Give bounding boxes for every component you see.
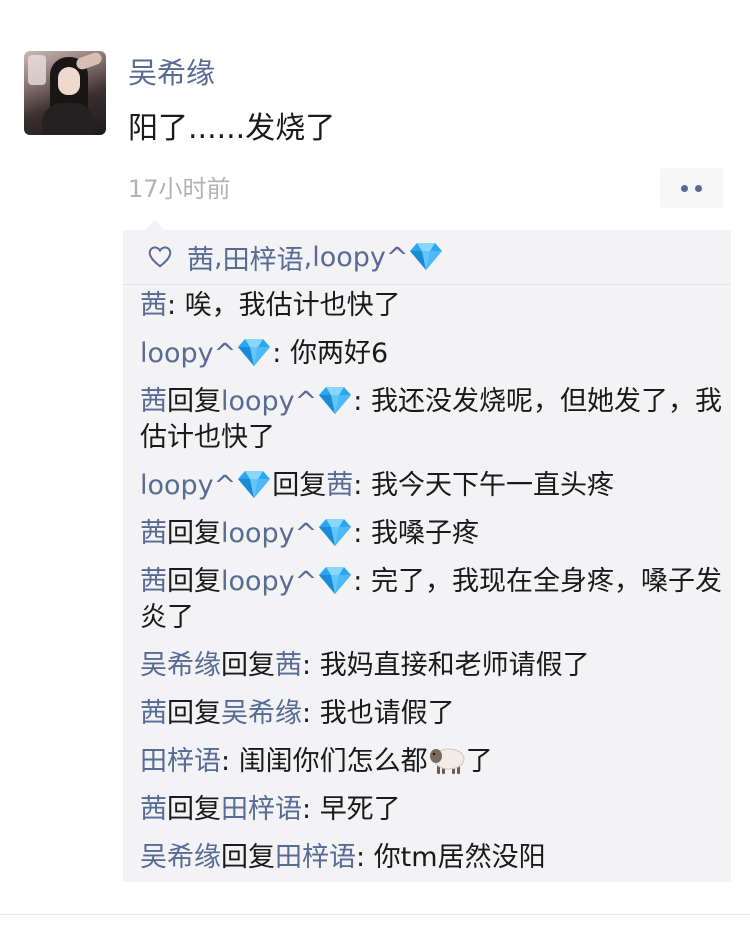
post-author-name[interactable]: 吴希缘 (128, 54, 215, 92)
likes-separator: , (303, 241, 313, 273)
more-dot-icon (681, 184, 688, 192)
avatar-arm (74, 51, 104, 72)
more-dot-icon (695, 184, 702, 192)
commenter-name[interactable]: 吴希缘 (221, 698, 302, 729)
commenter-name[interactable]: 茜 (140, 290, 167, 321)
comment-colon: : (167, 290, 185, 321)
commenter-name[interactable]: 茜 (140, 794, 167, 825)
comment-text: 唉，我估计也快了 (184, 290, 401, 321)
sheep-emoji-icon (429, 748, 465, 774)
commenter-name[interactable]: 茜 (326, 470, 353, 501)
comment-item[interactable]: 茜回复loopy^: 完了，我现在全身疼，嗓子发炎了 (140, 564, 725, 636)
comment-text: 早死了 (319, 794, 401, 825)
diamond-emoji-icon (319, 387, 352, 414)
more-button[interactable] (660, 168, 723, 208)
comment-item[interactable]: 茜回复loopy^: 我嗓子疼 (140, 516, 725, 552)
reply-label: 回复 (167, 794, 221, 825)
comment-item[interactable]: loopy^ 回复茜: 我今天下午一直头疼 (140, 468, 725, 504)
diamond-emoji-icon (238, 339, 271, 366)
avatar-background (28, 55, 46, 85)
comment-text: 我今天下午一直头疼 (370, 470, 614, 501)
post-text: 阳了......发烧了 (128, 111, 336, 146)
comment-colon: : (353, 470, 371, 501)
heart-outline-icon (148, 246, 172, 268)
commenter-name[interactable]: 田梓语 (275, 842, 356, 873)
divider (0, 914, 750, 915)
commenter-name[interactable]: 吴希缘 (140, 650, 221, 681)
commenter-name[interactable]: 田梓语 (140, 746, 221, 777)
commenter-name[interactable]: 茜 (275, 650, 302, 681)
comment-item[interactable]: 茜回复loopy^: 我还没发烧呢，但她发了，我估计也快了 (140, 384, 725, 456)
diamond-emoji-icon (319, 567, 352, 594)
commenter-name[interactable]: 茜 (140, 386, 167, 417)
comment-colon: : (221, 746, 239, 777)
comment-item[interactable]: 吴希缘回复田梓语: 你tm居然没阳 (140, 840, 725, 876)
reply-label: 回复 (167, 698, 221, 729)
likes-row: 茜, 田梓语, loopy^ (123, 230, 731, 285)
reply-label: 回复 (167, 386, 221, 417)
comment-text: 闺闺你们怎么都 (238, 746, 428, 777)
diamond-emoji-icon (319, 519, 352, 546)
commenter-name[interactable]: loopy^ (221, 518, 353, 549)
avatar-face (58, 67, 80, 95)
comment-text: 我也请假了 (319, 698, 455, 729)
comment-item[interactable]: 茜: 唉，我估计也快了 (140, 288, 725, 324)
reply-label: 回复 (221, 650, 275, 681)
comment-colon: : (353, 566, 371, 597)
post-time: 17小时前 (128, 175, 231, 203)
comment-item[interactable]: loopy^: 你两好6 (140, 336, 725, 372)
comment-colon: : (302, 650, 320, 681)
comment-item[interactable]: 吴希缘回复茜: 我妈直接和老师请假了 (140, 648, 725, 684)
user-avatar[interactable] (24, 51, 106, 135)
commenter-name[interactable]: 茜 (187, 238, 214, 277)
comment-colon: : (353, 518, 371, 549)
commenter-name[interactable]: 田梓语 (223, 238, 304, 277)
comment-colon: : (353, 386, 371, 417)
comment-item[interactable]: 茜回复吴希缘: 我也请假了 (140, 696, 725, 732)
commenter-name[interactable]: 吴希缘 (140, 842, 221, 873)
diamond-emoji-icon (238, 471, 271, 498)
commenter-name[interactable]: 茜 (140, 698, 167, 729)
commenter-name[interactable]: 茜 (140, 566, 167, 597)
comment-colon: : (356, 842, 374, 873)
likes-separator: , (214, 241, 223, 273)
comment-colon: : (302, 794, 320, 825)
commenter-name[interactable]: loopy^ (140, 338, 272, 369)
reply-label: 回复 (167, 518, 221, 549)
comment-colon: : (302, 698, 320, 729)
avatar-body (42, 103, 94, 135)
commenter-name[interactable]: loopy^ (221, 566, 353, 597)
diamond-emoji-icon (410, 243, 443, 270)
commenter-name[interactable]: loopy^ (221, 386, 353, 417)
comment-text: 了 (465, 746, 493, 777)
comment-text: 我妈直接和老师请假了 (319, 650, 590, 681)
reply-label: 回复 (272, 470, 327, 501)
commenter-name[interactable]: loopy^ (140, 470, 272, 501)
commenter-name[interactable]: loopy^ (312, 241, 444, 273)
comment-item[interactable]: 茜回复田梓语: 早死了 (140, 792, 725, 828)
commenter-name[interactable]: 田梓语 (221, 794, 302, 825)
comment-colon: : (272, 338, 290, 369)
reply-label: 回复 (167, 566, 221, 597)
comment-text: 你两好6 (289, 338, 389, 369)
commenter-name[interactable]: 茜 (140, 518, 167, 549)
comment-text: 你tm居然没阳 (373, 842, 546, 873)
comment-item[interactable]: 田梓语: 闺闺你们怎么都 了 (140, 744, 725, 780)
comment-text: 我嗓子疼 (370, 518, 479, 549)
reply-label: 回复 (221, 842, 275, 873)
interaction-panel: 茜, 田梓语, loopy^ 茜: 唉，我估计也快了 loopy^: 你两好6 茜回… (123, 220, 731, 882)
